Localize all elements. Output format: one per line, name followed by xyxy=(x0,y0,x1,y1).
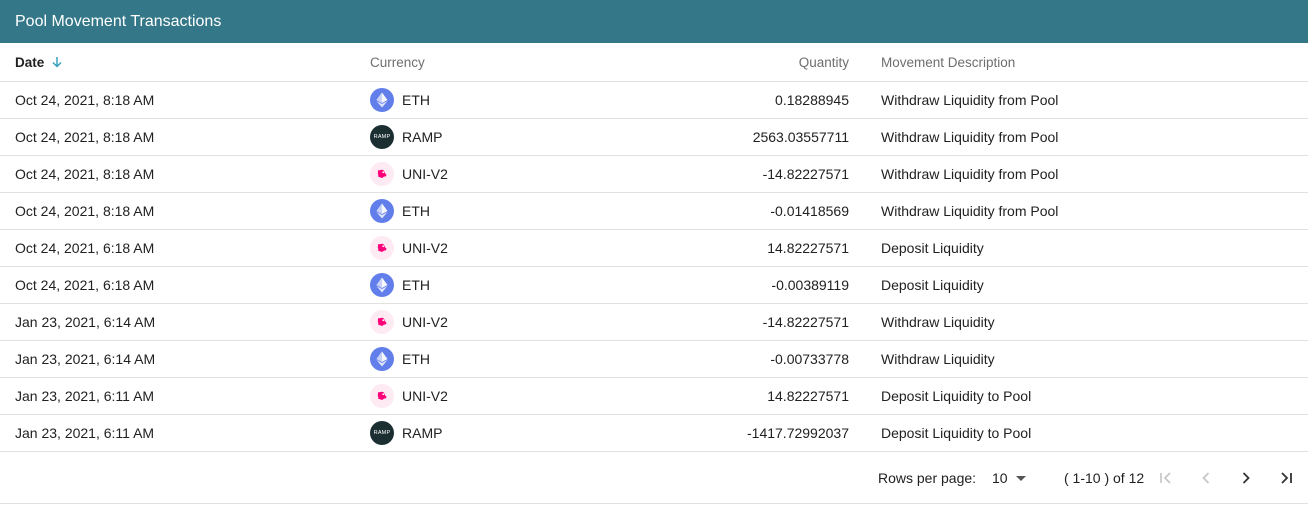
uniswap-icon xyxy=(370,162,394,186)
cell-date: Jan 23, 2021, 6:14 AM xyxy=(15,314,156,330)
currency-label: ETH xyxy=(402,277,430,293)
first-page-button[interactable] xyxy=(1154,466,1178,490)
uniswap-icon xyxy=(370,236,394,260)
cell-quantity: 14.82227571 xyxy=(767,240,849,256)
currency-label: RAMP xyxy=(402,425,443,441)
cell-date: Oct 24, 2021, 8:18 AM xyxy=(15,129,155,145)
uniswap-icon xyxy=(370,310,394,334)
page-range: ( 1-10 ) of 12 xyxy=(1064,470,1145,486)
cell-quantity: 0.18288945 xyxy=(775,92,849,108)
table-row[interactable]: Oct 24, 2021, 8:18 AM ETH -0.01418569 Withd… xyxy=(0,193,1308,230)
column-header-date[interactable]: Date xyxy=(15,43,63,81)
table-header: Date Currency Quantity Movement Descript… xyxy=(0,43,1308,82)
table-row[interactable]: Oct 24, 2021, 8:18 AM ETH 0.18288945 Withdr… xyxy=(0,82,1308,119)
cell-description: Deposit Liquidity to Pool xyxy=(881,388,1032,404)
cell-date: Oct 24, 2021, 8:18 AM xyxy=(15,203,155,219)
cell-date: Jan 23, 2021, 6:11 AM xyxy=(15,425,155,441)
last-page-icon xyxy=(1281,472,1292,484)
eth-icon xyxy=(370,273,394,297)
column-header-date-label: Date xyxy=(15,54,45,70)
table-row[interactable]: Jan 23, 2021, 6:11 AM UNI-V2 14.82227571 De… xyxy=(0,378,1308,415)
currency-label: UNI-V2 xyxy=(402,388,448,404)
eth-icon xyxy=(370,347,394,371)
currency-label: UNI-V2 xyxy=(402,240,448,256)
pagination-bar: Rows per page: 10 ( 1-10 ) of 12 xyxy=(0,452,1308,504)
previous-page-button[interactable] xyxy=(1194,466,1218,490)
cell-description: Withdraw Liquidity from Pool xyxy=(881,129,1059,145)
column-header-description[interactable]: Movement Description xyxy=(881,43,1015,81)
ramp-icon-text: RAMP xyxy=(373,134,391,140)
currency-label: RAMP xyxy=(402,129,443,145)
cell-quantity: -0.01418569 xyxy=(770,203,849,219)
cell-currency: UNI-V2 xyxy=(370,304,448,340)
cell-date: Oct 24, 2021, 6:18 AM xyxy=(15,240,155,256)
cell-currency: UNI-V2 xyxy=(370,378,448,414)
cell-quantity: -0.00389119 xyxy=(771,277,849,293)
cell-currency: ETH xyxy=(370,82,430,118)
cell-description: Withdraw Liquidity from Pool xyxy=(881,92,1059,108)
rows-per-page-label: Rows per page: xyxy=(878,470,977,486)
cell-quantity: -14.82227571 xyxy=(762,166,849,182)
cell-description: Deposit Liquidity to Pool xyxy=(881,425,1032,441)
cell-date: Oct 24, 2021, 8:18 AM xyxy=(15,92,155,108)
column-header-quantity[interactable]: Quantity xyxy=(799,43,849,81)
cell-currency: UNI-V2 xyxy=(370,156,448,192)
eth-icon xyxy=(370,199,394,223)
cell-date: Oct 24, 2021, 8:18 AM xyxy=(15,166,155,182)
column-header-currency[interactable]: Currency xyxy=(370,43,425,81)
cell-date: Oct 24, 2021, 6:18 AM xyxy=(15,277,155,293)
cell-description: Withdraw Liquidity from Pool xyxy=(881,203,1059,219)
last-page-button[interactable] xyxy=(1274,466,1298,490)
currency-label: ETH xyxy=(402,203,430,219)
cell-quantity: -14.82227571 xyxy=(762,314,849,330)
ramp-icon: RAMP xyxy=(370,125,394,149)
cell-currency: RAMP RAMP xyxy=(370,415,442,451)
currency-label: ETH xyxy=(402,92,430,108)
table-row[interactable]: Jan 23, 2021, 6:11 AM RAMP RAMP -1417.72992… xyxy=(0,415,1308,452)
first-page-icon xyxy=(1160,472,1171,484)
next-page-icon xyxy=(1242,472,1250,484)
cell-quantity: 2563.03557711 xyxy=(752,129,849,145)
currency-label: ETH xyxy=(402,351,430,367)
cell-currency: ETH xyxy=(370,341,430,377)
cell-date: Jan 23, 2021, 6:11 AM xyxy=(15,388,155,404)
previous-page-icon xyxy=(1202,472,1210,484)
next-page-button[interactable] xyxy=(1234,466,1258,490)
table-row[interactable]: Jan 23, 2021, 6:14 AM UNI-V2 -14.82227571 W… xyxy=(0,304,1308,341)
cell-description: Withdraw Liquidity xyxy=(881,314,995,330)
cell-quantity: -0.00733778 xyxy=(770,351,849,367)
ramp-icon-text: RAMP xyxy=(373,430,391,436)
arrow-down-icon xyxy=(51,56,63,68)
eth-icon xyxy=(370,88,394,112)
cell-date: Jan 23, 2021, 6:14 AM xyxy=(15,351,156,367)
table-row[interactable]: Oct 24, 2021, 6:18 AM UNI-V2 14.82227571 De… xyxy=(0,230,1308,267)
cell-description: Withdraw Liquidity xyxy=(881,351,995,367)
currency-label: UNI-V2 xyxy=(402,314,448,330)
cell-description: Withdraw Liquidity from Pool xyxy=(881,166,1059,182)
rows-per-page-value: 10 xyxy=(992,470,1008,486)
page-title: Pool Movement Transactions xyxy=(0,0,1308,43)
currency-label: UNI-V2 xyxy=(402,166,448,182)
transactions-table: Date Currency Quantity Movement Descript… xyxy=(0,43,1308,452)
cell-currency: RAMP RAMP xyxy=(370,119,442,155)
cell-currency: ETH xyxy=(370,193,430,229)
table-row[interactable]: Oct 24, 2021, 8:18 AM UNI-V2 -14.82227571 W… xyxy=(0,156,1308,193)
cell-currency: ETH xyxy=(370,267,430,303)
cell-description: Deposit Liquidity xyxy=(881,240,984,256)
cell-quantity: -1417.72992037 xyxy=(747,425,849,441)
ramp-icon: RAMP xyxy=(370,421,394,445)
table-row[interactable]: Oct 24, 2021, 6:18 AM ETH -0.00389119 Depos… xyxy=(0,267,1308,304)
table-row[interactable]: Oct 24, 2021, 8:18 AM RAMP RAMP 2563.035577… xyxy=(0,119,1308,156)
table-row[interactable]: Jan 23, 2021, 6:14 AM ETH -0.00733778 Withd… xyxy=(0,341,1308,378)
cell-currency: UNI-V2 xyxy=(370,230,448,266)
chevron-down-icon xyxy=(1015,475,1026,481)
cell-description: Deposit Liquidity xyxy=(881,277,984,293)
uniswap-icon xyxy=(370,384,394,408)
rows-per-page-select[interactable]: 10 xyxy=(992,452,1026,504)
cell-quantity: 14.82227571 xyxy=(767,388,849,404)
